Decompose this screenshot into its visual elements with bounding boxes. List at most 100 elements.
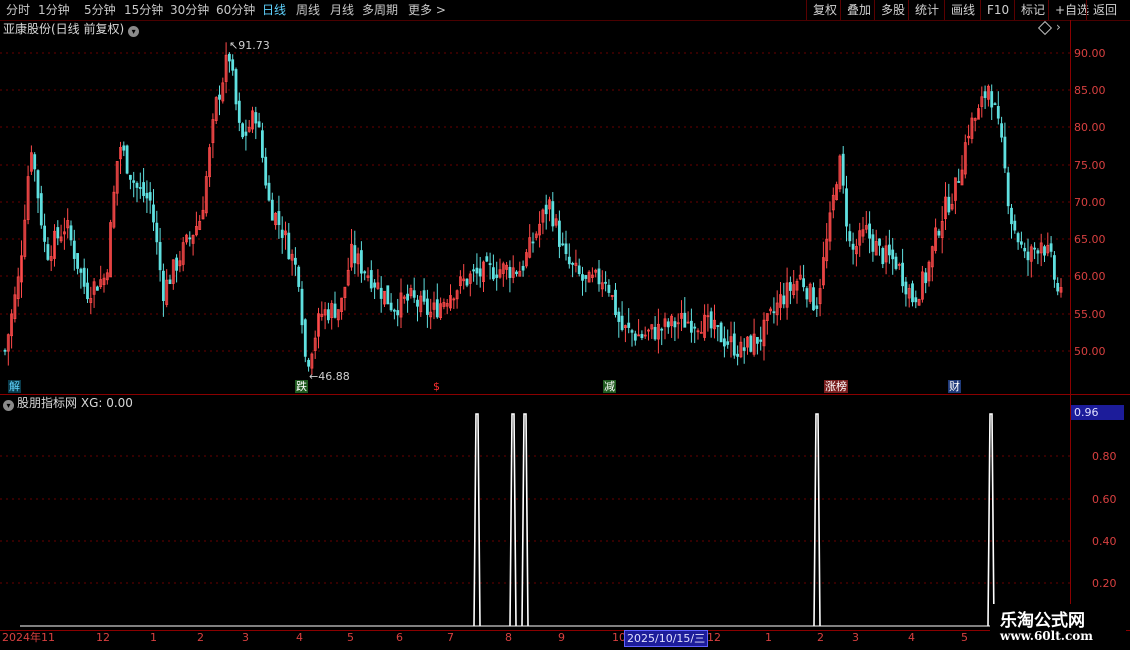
candle-body — [1013, 220, 1017, 231]
candle-body — [693, 326, 697, 329]
candle-body — [1023, 247, 1027, 252]
candle-body — [43, 225, 46, 242]
candle-body — [597, 268, 601, 285]
candle-body — [1020, 241, 1023, 245]
site-watermark: 乐淘公式网 www.60lt.com — [990, 604, 1126, 646]
price-tick: 80.00 — [1074, 121, 1106, 134]
candle-body — [983, 91, 987, 98]
candle-body — [72, 240, 76, 259]
indicator-spike — [521, 413, 529, 627]
candle-body — [369, 270, 373, 289]
candle-body — [521, 265, 525, 271]
candle-body — [478, 268, 482, 277]
candle-body — [544, 204, 548, 215]
candle-body — [326, 309, 330, 321]
event-marker-dividend[interactable]: $ — [432, 380, 441, 393]
panel-divider — [0, 394, 1130, 395]
candle-body — [175, 257, 179, 271]
candle-body — [36, 170, 40, 199]
event-marker-unlock[interactable]: 解 — [8, 380, 21, 393]
candle-body — [848, 231, 852, 242]
candle-body — [148, 192, 152, 201]
indicator-title[interactable]: ▾ 股朋指标网 XG: 0.00 — [3, 395, 133, 411]
candle-body — [914, 297, 918, 303]
candle-body — [891, 249, 895, 260]
indicator-spike — [473, 413, 481, 627]
kline-chart[interactable] — [0, 0, 1130, 650]
date-tick: 9 — [558, 631, 565, 644]
candle-body — [359, 250, 363, 274]
indicator-spike — [509, 413, 517, 627]
candle-body — [584, 275, 588, 279]
watermark-url: www.60lt.com — [1000, 629, 1093, 643]
date-tick: 2 — [817, 631, 824, 644]
event-marker-reduce[interactable]: 减 — [603, 380, 616, 393]
candle-body — [561, 243, 565, 246]
candle-body — [79, 268, 83, 273]
candle-body — [1026, 251, 1030, 261]
date-tick: 5 — [347, 631, 354, 644]
indicator-xg-value: XG: 0.00 — [80, 396, 133, 410]
candle-body — [231, 59, 235, 71]
event-marker-rank[interactable]: 涨榜 — [824, 380, 848, 393]
low-price-label: ←46.88 — [309, 370, 350, 383]
chevron-down-icon[interactable]: ▾ — [128, 26, 140, 37]
date-tick: 5 — [961, 631, 968, 644]
candle-body — [396, 310, 400, 316]
candle-body — [868, 223, 871, 239]
candle-body — [82, 267, 86, 287]
candle-body — [297, 266, 301, 287]
candle-body — [871, 234, 875, 252]
candle-body — [267, 182, 271, 201]
candle-body — [508, 266, 512, 278]
candle-body — [237, 100, 241, 123]
date-tick: 6 — [396, 631, 403, 644]
candle-body — [46, 244, 50, 260]
date-tick: 2024年11 — [2, 631, 55, 644]
price-tick: 55.00 — [1074, 308, 1106, 321]
candle-body — [732, 333, 736, 356]
candle-body — [558, 220, 561, 247]
candle-body — [888, 244, 891, 256]
event-marker-drop[interactable]: 跌 — [295, 380, 308, 393]
candle-body — [617, 311, 621, 322]
candle-body — [277, 211, 281, 225]
candle-body — [435, 299, 439, 318]
candle-body — [805, 288, 809, 300]
candle-body — [894, 256, 898, 269]
candle-body — [495, 274, 499, 278]
indicator-tick: 0.60 — [1092, 493, 1117, 506]
candle-body — [709, 311, 713, 329]
candle-body — [947, 196, 951, 213]
price-tick: 65.00 — [1074, 233, 1106, 246]
candle-body — [475, 267, 479, 274]
candle-body — [881, 248, 885, 265]
candle-body — [924, 272, 928, 284]
candle-body — [627, 322, 631, 328]
high-price-label: ↖91.73 — [229, 39, 270, 52]
candle-body — [373, 282, 377, 288]
candle-body — [581, 274, 584, 281]
candle-body — [911, 283, 914, 303]
candle-body — [815, 305, 819, 309]
candle-body — [901, 262, 904, 287]
candle-body — [485, 256, 489, 262]
chevron-down-icon[interactable]: ▾ — [3, 400, 14, 411]
candle-body — [749, 335, 753, 352]
indicator-name: 股朋指标网 — [17, 396, 78, 410]
candle-body — [465, 278, 469, 286]
candle-body — [188, 237, 192, 240]
candle-body — [155, 222, 159, 243]
event-marker-finance[interactable]: 财 — [948, 380, 961, 393]
candle-body — [280, 229, 284, 238]
candle-body — [845, 188, 848, 227]
candle-body — [614, 289, 617, 316]
candle-body — [307, 359, 311, 367]
date-cursor-label: 2025/10/15/三 — [624, 630, 709, 647]
candle-body — [878, 238, 881, 246]
candle-body — [996, 106, 1000, 119]
chevron-right-icon[interactable]: › — [1056, 20, 1061, 34]
candle-body — [406, 293, 410, 301]
candle-body — [1049, 243, 1053, 252]
stock-title[interactable]: 亚康股份(日线 前复权) ▾ — [3, 21, 140, 37]
